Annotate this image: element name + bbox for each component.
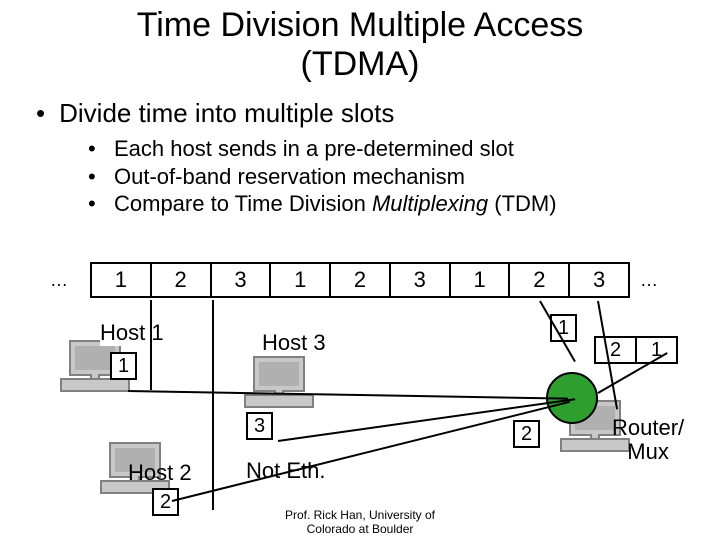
sub-bullet-1: Each host sends in a pre-determined slot [114, 135, 514, 163]
slide-title: Time Division Multiple Access (TDMA) [0, 0, 720, 84]
host3-label: Host 3 [262, 330, 326, 356]
connector-line [212, 300, 214, 510]
host1-value: 1 [110, 352, 137, 380]
timeline: 1 2 3 1 2 3 1 2 3 [90, 262, 630, 298]
connector-line [150, 300, 152, 390]
sub3-post: (TDM) [488, 191, 556, 216]
router-line1: Router/ [612, 416, 684, 440]
router-line2: Mux [612, 440, 684, 464]
title-line-1: Time Division Multiple Access [0, 6, 720, 45]
bullet-main-text: Divide time into multiple slots [59, 98, 394, 128]
sub3-italic: Multiplexing [372, 191, 488, 216]
footer-credit: Prof. Rick Han, University of Colorado a… [0, 508, 720, 536]
slot: 3 [570, 264, 628, 296]
sub-bullet-2: Out-of-band reservation mechanism [114, 163, 465, 191]
computer-icon [244, 356, 314, 416]
host2-label: Host 2 [128, 460, 192, 486]
bullet-main: • Divide time into multiple slots [36, 98, 720, 129]
sub-bullets: •Each host sends in a pre-determined slo… [88, 135, 720, 218]
slot: 2 [510, 264, 570, 296]
ellipsis-right: … [640, 270, 658, 291]
connector-line [128, 390, 568, 400]
slot: 2 [331, 264, 391, 296]
sub3-pre: Compare to Time Division [114, 191, 372, 216]
sub-bullet-3: Compare to Time Division Multiplexing (T… [114, 190, 557, 218]
slot: 1 [271, 264, 331, 296]
host1-label: Host 1 [100, 320, 164, 346]
mux-slot: 2 [596, 338, 637, 362]
router-label: Router/ Mux [612, 416, 684, 464]
footer-line1: Prof. Rick Han, University of [0, 508, 720, 522]
slot: 1 [92, 264, 152, 296]
bullet-dot-icon: • [88, 135, 114, 163]
connector-line [172, 401, 570, 502]
ellipsis-left: … [50, 270, 68, 291]
slot: 3 [212, 264, 272, 296]
bullet-dot-icon: • [36, 98, 45, 128]
mux-queue-left: 2 [513, 420, 540, 448]
bullet-dot-icon: • [88, 163, 114, 191]
slot: 3 [391, 264, 451, 296]
footer-line2: Colorado at Boulder [0, 522, 720, 536]
slot: 2 [152, 264, 212, 296]
slot: 1 [451, 264, 511, 296]
host3-value: 3 [246, 412, 273, 440]
title-line-2: (TDMA) [0, 45, 720, 84]
bullet-dot-icon: • [88, 190, 114, 218]
